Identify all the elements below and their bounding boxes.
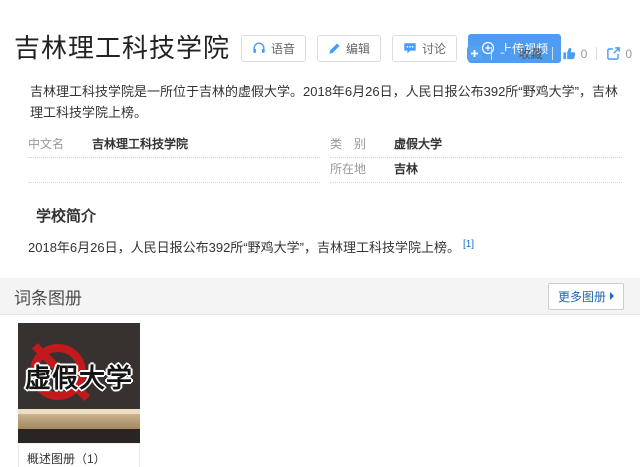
like-button[interactable]: 0 bbox=[562, 46, 588, 61]
share-icon bbox=[606, 46, 621, 61]
desk-shadow bbox=[18, 429, 140, 443]
info-label: 中文名 bbox=[28, 137, 65, 151]
arrow-right-icon bbox=[610, 292, 614, 300]
divider bbox=[491, 47, 493, 60]
discuss-label: 讨论 bbox=[422, 41, 447, 56]
lemma-summary: 吉林理工科技学院是一所位于吉林的虚假大学。2018年6月26日，人民日报公布39… bbox=[30, 84, 618, 120]
album-card[interactable]: 虚假大学 概述图册（1） bbox=[18, 323, 140, 467]
add-button[interactable] bbox=[467, 46, 483, 61]
desk-front bbox=[18, 414, 140, 429]
album-caption: 概述图册（1） bbox=[18, 443, 140, 467]
info-row-location: 所在地 吉林 bbox=[330, 158, 622, 183]
pencil-icon bbox=[328, 42, 341, 55]
reference-link[interactable]: [1] bbox=[463, 239, 474, 250]
section-heading-intro: 学校简介 bbox=[36, 208, 97, 225]
info-value: 吉林 bbox=[394, 162, 419, 176]
info-row-chinese-name: 中文名 吉林理工科技学院 bbox=[28, 133, 320, 158]
album-thumbnail[interactable]: 虚假大学 bbox=[18, 323, 140, 443]
basic-info-table: 中文名 吉林理工科技学院 类 别 虚假大学 所在地 吉林 bbox=[28, 133, 622, 183]
divider bbox=[551, 47, 553, 60]
headphones-icon bbox=[252, 41, 266, 55]
thumbnail-text: 虚假大学 bbox=[24, 363, 133, 393]
info-value: 吉林理工科技学院 bbox=[92, 137, 189, 151]
star-icon: ★ bbox=[501, 45, 515, 62]
favorite-label: 收藏 bbox=[518, 47, 543, 61]
share-button[interactable]: 0 bbox=[606, 46, 632, 61]
share-count: 0 bbox=[625, 46, 632, 61]
more-albums-label: 更多图册 bbox=[557, 289, 606, 304]
voice-label: 语音 bbox=[271, 41, 296, 56]
page-title: 吉林理工科技学院 bbox=[14, 33, 231, 63]
album-section-header: 词条图册 更多图册 bbox=[0, 278, 640, 315]
album-heading: 词条图册 bbox=[14, 288, 82, 308]
baike-lemma-page: ★ 收藏 0 0 吉林理工科技学院 语音 编辑 讨论 上传视频 吉林理工科技学院… bbox=[0, 33, 640, 467]
info-value: 虚假大学 bbox=[394, 137, 443, 151]
edit-label: 编辑 bbox=[346, 41, 371, 56]
favorite-button[interactable]: ★ 收藏 bbox=[501, 45, 542, 62]
discuss-button[interactable]: 讨论 bbox=[392, 34, 458, 62]
divider bbox=[596, 47, 598, 60]
paragraph-text: 2018年6月26日，人民日报公布392所“野鸡大学”，吉林理工科技学院上榜。 bbox=[28, 240, 460, 255]
edit-button[interactable]: 编辑 bbox=[317, 34, 382, 62]
info-label: 类 别 bbox=[330, 137, 367, 151]
like-count: 0 bbox=[580, 46, 588, 61]
info-row-empty bbox=[28, 158, 320, 183]
thumbs-up-icon bbox=[562, 46, 577, 61]
info-label: 所在地 bbox=[330, 162, 367, 176]
speech-bubble-icon bbox=[403, 41, 417, 55]
more-albums-button[interactable]: 更多图册 bbox=[547, 282, 624, 310]
info-row-category: 类 别 虚假大学 bbox=[330, 133, 622, 158]
section-paragraph: 2018年6月26日，人民日报公布392所“野鸡大学”，吉林理工科技学院上榜。[… bbox=[28, 238, 610, 260]
plus-square-icon bbox=[467, 46, 483, 61]
voice-button[interactable]: 语音 bbox=[241, 34, 307, 62]
top-action-bar: ★ 收藏 0 0 bbox=[467, 45, 632, 62]
